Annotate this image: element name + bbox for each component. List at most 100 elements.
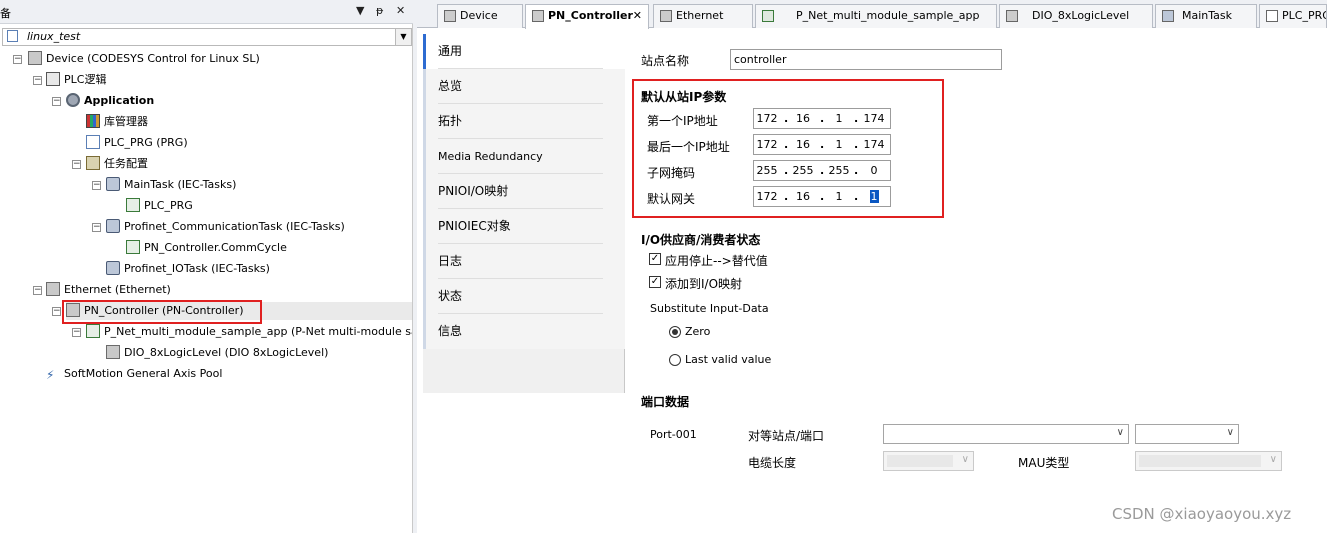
- device-icon: [444, 10, 456, 22]
- substitute-input-label: Substitute Input-Data: [650, 302, 769, 315]
- project-icon: [7, 30, 18, 42]
- cable-length-select[interactable]: ∨: [883, 451, 974, 471]
- tab-pnet-app[interactable]: P_Net_multi_module_sample_app: [755, 4, 997, 28]
- plc-logic-icon: [46, 72, 60, 86]
- module-icon: [1006, 10, 1018, 22]
- tree-item-dio[interactable]: DIO_8xLogicLevel (DIO 8xLogicLevel): [106, 344, 328, 362]
- apply-stop-label: 应用停止-->替代值: [665, 254, 768, 268]
- nav-panel-empty-area: [423, 393, 625, 533]
- radio-last-valid[interactable]: [669, 354, 681, 366]
- peer-station-select[interactable]: ∨: [883, 424, 1129, 444]
- tree-item-plc-logic[interactable]: PLC逻辑: [46, 71, 106, 89]
- nav-general[interactable]: 通用: [423, 34, 625, 69]
- tab-pn-controller[interactable]: PN_Controller ✕: [525, 4, 649, 29]
- chevron-down-icon: ∨: [1269, 454, 1277, 465]
- device-panel-titlebar: 备 ▼ ᵽ ✕: [0, 0, 413, 24]
- chevron-down-icon: ∨: [1116, 427, 1124, 438]
- tree-item-ethernet[interactable]: Ethernet (Ethernet): [46, 281, 171, 299]
- tab-plc-prg[interactable]: PLC_PRG: [1259, 4, 1327, 28]
- tab-ethernet[interactable]: Ethernet: [653, 4, 753, 28]
- program-call-icon: [126, 240, 140, 254]
- nav-pnio-io-mapping[interactable]: PNIOI/O映射: [423, 174, 625, 209]
- axis-pool-icon: ⚡: [46, 368, 55, 382]
- peer-port-label: 对等站点/端口: [748, 429, 825, 443]
- nav-status[interactable]: 状态: [423, 279, 625, 314]
- tree-item-task-config[interactable]: 任务配置: [86, 155, 148, 173]
- chevron-down-icon: ∨: [1226, 427, 1234, 438]
- highlight-box-ip-parameters: [632, 79, 944, 218]
- editor-nav-panel: 通用 总览 拓扑 Media Redundancy PNIOI/O映射 PNIO…: [423, 34, 625, 533]
- panel-dropdown-icon[interactable]: ▼: [356, 4, 364, 18]
- root-project-combo[interactable]: linux_test ▼: [2, 28, 412, 46]
- device-icon: [28, 51, 42, 65]
- tree-expander[interactable]: −: [92, 181, 101, 190]
- tree-expander[interactable]: −: [52, 307, 61, 316]
- nav-pnio-iec-objects[interactable]: PNIOIEC对象: [423, 209, 625, 244]
- watermark: CSDN @xiaoyaoyou.xyz: [1112, 505, 1292, 523]
- radio-zero-label: Zero: [685, 325, 711, 338]
- radio-last-valid-label: Last valid value: [685, 353, 772, 366]
- task-icon: [1162, 10, 1174, 22]
- cable-length-label: 电缆长度: [748, 456, 797, 470]
- nav-media-redundancy[interactable]: Media Redundancy: [423, 139, 625, 174]
- chevron-down-icon[interactable]: ▼: [395, 29, 411, 45]
- close-icon[interactable]: ✕: [396, 4, 405, 18]
- device-icon: [532, 10, 544, 22]
- tree-expander[interactable]: −: [92, 223, 101, 232]
- io-status-section-title: I/O供应商/消费者状态: [641, 233, 761, 247]
- root-project-label: linux_test: [27, 30, 81, 43]
- chevron-down-icon: ∨: [961, 454, 969, 465]
- add-io-mapping-label: 添加到I/O映射: [665, 277, 743, 291]
- editor-tab-bar: Device PN_Controller ✕ Ethernet P_Net_mu…: [417, 0, 1327, 29]
- program-call-icon: [126, 198, 140, 212]
- nav-info[interactable]: 信息: [423, 314, 625, 349]
- module-icon: [106, 345, 120, 359]
- tab-dio[interactable]: DIO_8xLogicLevel: [999, 4, 1153, 28]
- tree-expander[interactable]: −: [13, 55, 22, 64]
- peer-port-select[interactable]: ∨: [1135, 424, 1239, 444]
- panel-splitter[interactable]: [413, 0, 417, 533]
- task-icon: [106, 177, 120, 191]
- io-device-icon: [762, 10, 774, 22]
- nav-log[interactable]: 日志: [423, 244, 625, 279]
- tree-item-profinet-comm-task[interactable]: Profinet_CommunicationTask (IEC-Tasks): [106, 218, 345, 236]
- mau-type-label: MAU类型: [1018, 456, 1070, 470]
- device-panel-title: 备: [0, 7, 11, 20]
- device-tree-panel: 备 ▼ ᵽ ✕ linux_test ▼ − Device (CODESYS C…: [0, 0, 413, 533]
- tree-item-pnet-app[interactable]: P_Net_multi_module_sample_app (P-Net mul…: [86, 323, 412, 341]
- mau-type-select[interactable]: ∨: [1135, 451, 1282, 471]
- tab-main-task[interactable]: MainTask: [1155, 4, 1257, 28]
- tab-device[interactable]: Device: [437, 4, 523, 28]
- tree-item-application[interactable]: Application: [66, 92, 154, 110]
- tree-expander[interactable]: −: [72, 328, 81, 337]
- tree-item-softmotion[interactable]: ⚡ SoftMotion General Axis Pool: [46, 365, 222, 383]
- tree-item-profinet-io-task[interactable]: Profinet_IOTask (IEC-Tasks): [106, 260, 270, 278]
- gear-icon: [66, 93, 80, 107]
- nav-topology[interactable]: 拓扑: [423, 104, 625, 139]
- port-name: Port-001: [650, 428, 697, 441]
- tree-item-library-manager[interactable]: 库管理器: [86, 113, 148, 131]
- tree-item-main-task[interactable]: MainTask (IEC-Tasks): [106, 176, 236, 194]
- tree-expander[interactable]: −: [72, 160, 81, 169]
- task-icon: [106, 219, 120, 233]
- add-io-mapping-checkbox[interactable]: ✓: [649, 276, 661, 288]
- apply-stop-checkbox[interactable]: ✓: [649, 253, 661, 265]
- tree-item-main-task-call[interactable]: PLC_PRG: [126, 197, 193, 215]
- task-icon: [106, 261, 120, 275]
- tree-item-device[interactable]: Device (CODESYS Control for Linux SL): [28, 50, 260, 68]
- radio-zero[interactable]: [669, 326, 681, 338]
- ethernet-icon: [46, 282, 60, 296]
- station-name-label: 站点名称: [641, 54, 690, 68]
- tree-expander[interactable]: −: [33, 286, 42, 295]
- pou-icon: [86, 135, 100, 149]
- task-config-icon: [86, 156, 100, 170]
- close-tab-icon[interactable]: ✕: [633, 5, 642, 27]
- nav-overview[interactable]: 总览: [423, 69, 625, 104]
- tree-item-comm-cycle[interactable]: PN_Controller.CommCycle: [126, 239, 287, 257]
- station-name-input[interactable]: controller: [730, 49, 1002, 70]
- pin-icon[interactable]: ᵽ: [376, 4, 383, 18]
- port-section-title: 端口数据: [641, 395, 690, 409]
- tree-expander[interactable]: −: [52, 97, 61, 106]
- tree-expander[interactable]: −: [33, 76, 42, 85]
- tree-item-plc-prg[interactable]: PLC_PRG (PRG): [86, 134, 188, 152]
